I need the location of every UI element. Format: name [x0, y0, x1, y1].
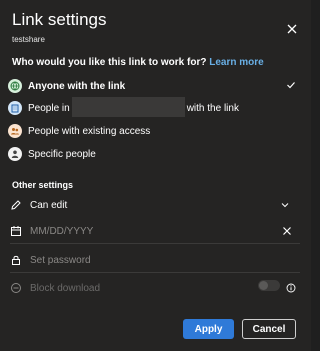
chevron-down-icon[interactable] — [280, 200, 290, 210]
option-people-in-label-suffix: with the link — [186, 102, 239, 114]
globe-icon — [8, 79, 22, 93]
permission-value: Can edit — [30, 199, 68, 211]
option-anyone-label: Anyone with the link — [28, 80, 126, 92]
audience-question: Who would you like this link to work for… — [12, 57, 264, 68]
info-icon[interactable] — [286, 283, 296, 293]
dialog-subtitle: testshare — [12, 35, 45, 44]
block-download-row: Block download — [10, 278, 300, 298]
option-existing-access-label: People with existing access — [28, 125, 151, 137]
block-download-toggle[interactable] — [258, 280, 280, 291]
option-people-in-org[interactable]: People in with the link — [8, 97, 304, 118]
people-icon — [8, 124, 22, 138]
password-field[interactable]: Set password — [10, 250, 300, 270]
close-button[interactable] — [285, 22, 299, 36]
option-specific-people-label: Specific people — [28, 148, 96, 160]
option-anyone[interactable]: Anyone with the link — [8, 76, 304, 96]
link-settings-dialog: Link settings testshare Who would you li… — [0, 0, 311, 351]
block-icon — [11, 283, 21, 293]
dialog-title: Link settings — [12, 10, 107, 29]
checkmark-icon — [287, 82, 295, 89]
apply-button[interactable]: Apply — [183, 319, 234, 339]
toggle-knob — [259, 281, 268, 290]
permission-dropdown[interactable]: Can edit — [10, 195, 300, 215]
option-specific-people[interactable]: Specific people — [8, 144, 304, 164]
learn-more-link[interactable]: Learn more — [209, 57, 263, 68]
lock-icon — [12, 255, 20, 265]
other-settings-heading: Other settings — [12, 180, 74, 190]
password-placeholder: Set password — [30, 254, 91, 266]
redacted-organization — [71, 97, 185, 117]
calendar-icon — [11, 226, 21, 236]
person-icon — [8, 147, 22, 161]
clear-date-icon[interactable] — [282, 226, 292, 236]
block-download-label: Block download — [30, 282, 101, 294]
option-existing-access[interactable]: People with existing access — [8, 121, 304, 141]
building-icon — [8, 101, 22, 115]
expiration-date-placeholder: MM/DD/YYYY — [30, 225, 94, 237]
pencil-icon — [11, 200, 21, 210]
password-field-underline — [10, 272, 300, 273]
expiration-date-field[interactable]: MM/DD/YYYY — [10, 221, 300, 241]
close-icon — [287, 24, 297, 34]
audience-question-text: Who would you like this link to work for… — [12, 57, 207, 68]
date-field-underline — [10, 243, 300, 244]
option-people-in-label-prefix: People in — [28, 102, 70, 114]
cancel-button[interactable]: Cancel — [242, 319, 296, 339]
